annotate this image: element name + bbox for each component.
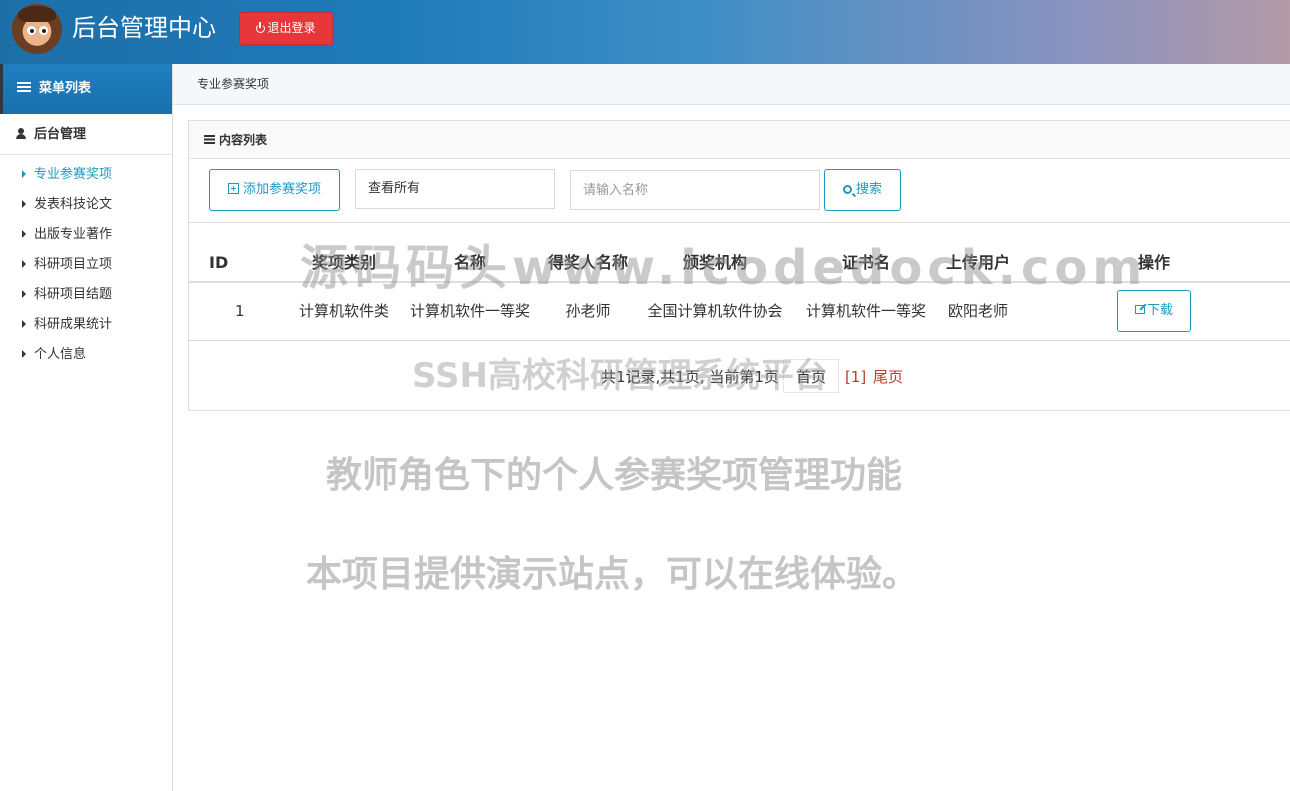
pagination: 共1记录,共1页, 当前第1页 首页 [1] 尾页: [601, 359, 903, 394]
watermark-demo: 本项目提供演示站点，可以在线体验。: [306, 554, 919, 595]
caret-right-icon: [22, 320, 26, 328]
sidebar: 菜单列表 后台管理 专业参赛奖项 发表科技论文 出版专业著作 科研项目立项 科研…: [0, 64, 173, 791]
logout-label: 退出登录: [267, 21, 316, 35]
table-header-row: ID 奖项类别 名称 得奖人名称 颁奖机构 证书名 上传用户 操作: [189, 222, 1290, 283]
panel-title: 内容列表: [219, 133, 268, 147]
pager-first[interactable]: 首页: [782, 359, 839, 393]
cell-winner: 孙老师: [533, 281, 643, 341]
edit-icon: [1134, 305, 1145, 315]
cell-category: 计算机软件类: [281, 281, 407, 341]
caret-right-icon: [22, 350, 26, 358]
col-header-org: 颁奖机构: [643, 222, 787, 283]
list-icon: [17, 82, 31, 92]
caret-right-icon: [22, 290, 26, 298]
menu-title: 菜单列表: [39, 81, 92, 96]
col-header-id: ID: [189, 222, 281, 283]
sidebar-item-label: 科研项目结题: [34, 287, 113, 302]
download-label: 下载: [1146, 303, 1173, 319]
cell-action: 下载: [1011, 281, 1290, 341]
pager-current[interactable]: [1]: [845, 368, 866, 386]
sidebar-item-awards[interactable]: 专业参赛奖项: [0, 161, 172, 191]
search-button[interactable]: 搜索: [824, 169, 901, 211]
cell-uploader: 欧阳老师: [945, 281, 1011, 341]
col-header-category: 奖项类别: [281, 222, 407, 283]
sidebar-item-project-start[interactable]: 科研项目立项: [0, 251, 172, 281]
logout-button[interactable]: 退出登录: [239, 12, 333, 45]
panel-header: 内容列表: [189, 121, 1290, 159]
menu-header: 菜单列表: [0, 64, 172, 114]
sidebar-item-label: 科研项目立项: [34, 257, 113, 272]
search-label: 搜索: [855, 182, 882, 197]
col-header-action: 操作: [1011, 222, 1290, 283]
cell-id: 1: [189, 281, 281, 341]
search-icon: [842, 185, 852, 194]
caret-right-icon: [22, 230, 26, 238]
power-icon: [256, 22, 266, 33]
add-award-button[interactable]: 添加参赛奖项: [209, 169, 340, 211]
caret-right-icon: [22, 260, 26, 268]
sidebar-item-label: 专业参赛奖项: [34, 167, 113, 182]
cell-org: 全国计算机软件协会: [643, 281, 787, 341]
sidebar-item-stats[interactable]: 科研成果统计: [0, 311, 172, 341]
group-title: 后台管理: [34, 127, 87, 142]
pager-summary: 共1记录,共1页, 当前第1页: [601, 368, 779, 386]
sidebar-item-profile[interactable]: 个人信息: [0, 341, 172, 371]
bars-icon: [204, 135, 215, 144]
caret-right-icon: [22, 170, 26, 178]
table-row: 1 计算机软件类 计算机软件一等奖 孙老师 全国计算机软件协会 计算机软件一等奖…: [189, 281, 1290, 341]
content-panel: 内容列表 添加参赛奖项 查看所有 搜索 ID 奖项类别 名称 得奖人名称 颁奖机…: [188, 120, 1290, 411]
plus-square-icon: [227, 183, 239, 194]
avatar: [12, 4, 62, 54]
sidebar-item-label: 出版专业著作: [34, 227, 113, 242]
download-button[interactable]: 下载: [1117, 290, 1191, 333]
user-icon: [16, 128, 26, 139]
sidebar-group-admin[interactable]: 后台管理: [0, 114, 172, 155]
watermark-feature: 教师角色下的个人参赛奖项管理功能: [326, 455, 903, 496]
col-header-name: 名称: [407, 222, 533, 283]
breadcrumb: 专业参赛奖项: [173, 64, 1290, 105]
col-header-winner: 得奖人名称: [533, 222, 643, 283]
pager-last[interactable]: 尾页: [873, 368, 903, 386]
caret-right-icon: [22, 200, 26, 208]
cell-name: 计算机软件一等奖: [407, 281, 533, 341]
awards-table: ID 奖项类别 名称 得奖人名称 颁奖机构 证书名 上传用户 操作 1 计算机软…: [189, 222, 1290, 341]
cell-cert: 计算机软件一等奖: [787, 281, 945, 341]
sidebar-item-books[interactable]: 出版专业著作: [0, 221, 172, 251]
sidebar-nav: 专业参赛奖项 发表科技论文 出版专业著作 科研项目立项 科研项目结题 科研成果统…: [0, 155, 172, 371]
sidebar-item-papers[interactable]: 发表科技论文: [0, 191, 172, 221]
col-header-uploader: 上传用户: [945, 222, 1011, 283]
search-input[interactable]: [570, 170, 820, 210]
add-award-label: 添加参赛奖项: [242, 182, 321, 197]
app-title: 后台管理中心: [72, 14, 216, 42]
col-header-cert: 证书名: [787, 222, 945, 283]
sidebar-item-label: 个人信息: [34, 347, 87, 362]
sidebar-item-label: 科研成果统计: [34, 317, 113, 332]
filter-select[interactable]: 查看所有: [355, 169, 555, 209]
sidebar-item-label: 发表科技论文: [34, 197, 113, 212]
top-header: 后台管理中心 退出登录: [0, 0, 1290, 64]
sidebar-item-project-end[interactable]: 科研项目结题: [0, 281, 172, 311]
